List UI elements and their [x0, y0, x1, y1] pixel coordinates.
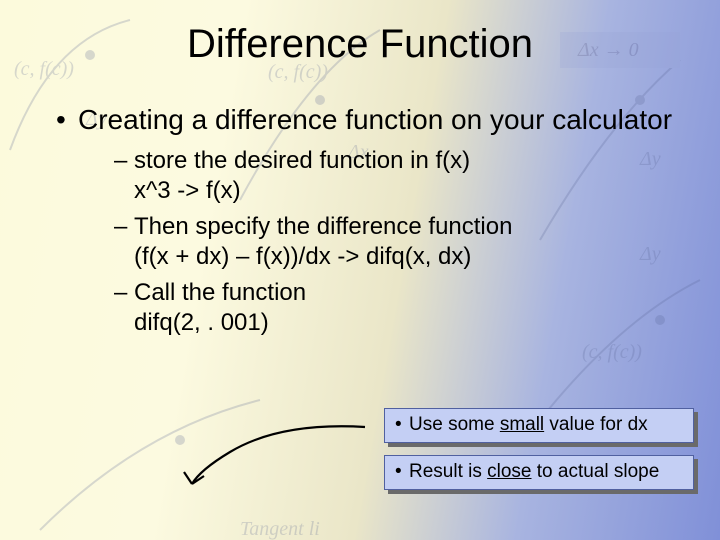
sub-bullet-store: store the desired function in f(x) x^3 -…: [114, 146, 692, 206]
sub-bullet-specify: Then specify the difference function (f(…: [114, 212, 692, 272]
bullet-main: Creating a difference function on your c…: [56, 103, 692, 338]
bullet-main-text: Creating a difference function on your c…: [78, 104, 672, 135]
sub-bullet-call: Call the function difq(2, . 001): [114, 278, 692, 338]
callout-group: •Use some small value for dx •Result is …: [384, 408, 694, 502]
slide-container: Difference Function Creating a differenc…: [0, 0, 720, 540]
callout-close-slope: •Result is close to actual slope: [384, 455, 694, 490]
bullet-list-level2: store the desired function in f(x) x^3 -…: [78, 146, 692, 338]
slide-title: Difference Function: [28, 22, 692, 67]
callout-small-value: •Use some small value for dx: [384, 408, 694, 443]
bullet-list-level1: Creating a difference function on your c…: [28, 103, 692, 338]
connector-arrow-icon: [170, 412, 370, 502]
